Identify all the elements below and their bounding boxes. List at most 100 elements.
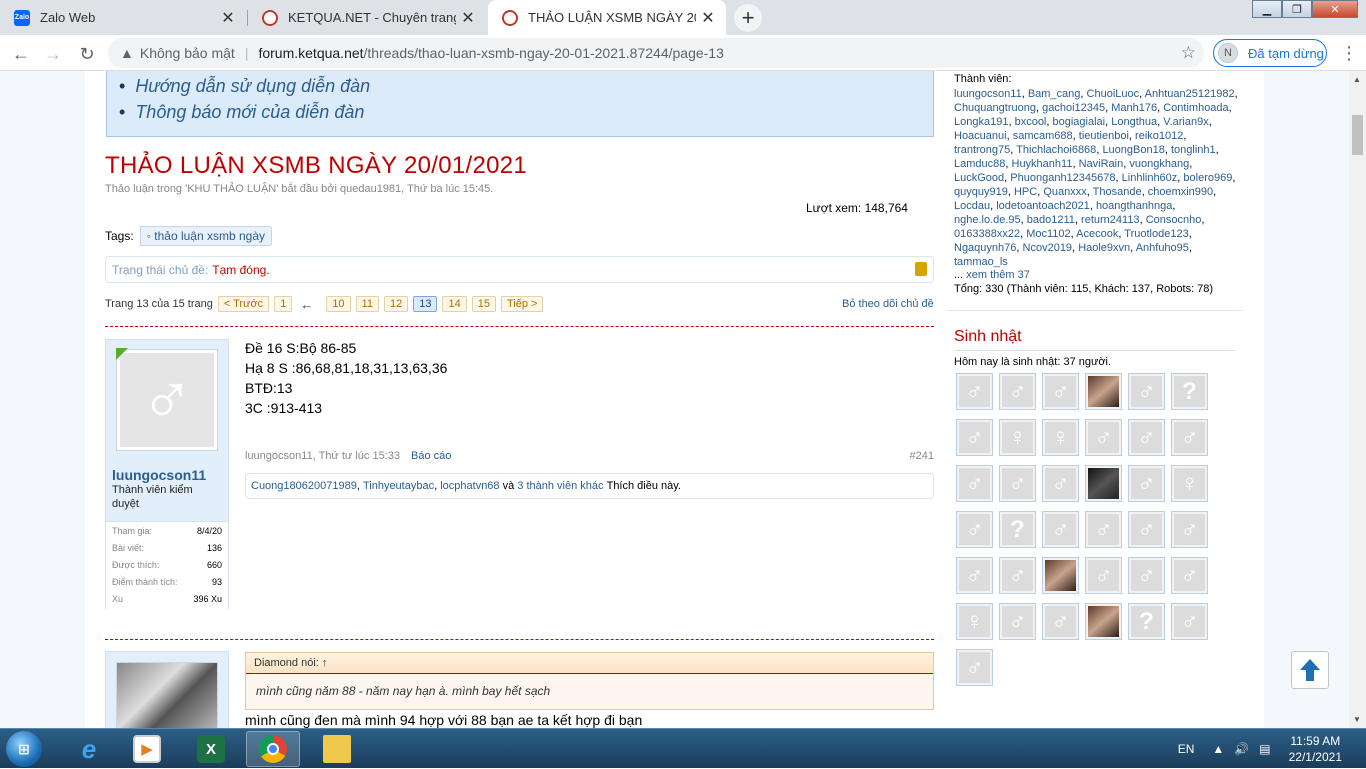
- member-link[interactable]: LuongBon18: [1102, 144, 1164, 156]
- back-to-top-button[interactable]: [1291, 651, 1329, 689]
- close-tab-icon[interactable]: ✕: [216, 8, 240, 28]
- birthday-avatar[interactable]: ♀: [999, 419, 1036, 456]
- member-link[interactable]: Manh176: [1111, 102, 1157, 114]
- page-scrollbar[interactable]: ▲ ▼: [1349, 71, 1366, 728]
- close-tab-icon[interactable]: ✕: [456, 8, 480, 28]
- birthday-avatar[interactable]: ♂: [1128, 557, 1165, 594]
- member-link[interactable]: lodetoantoach2021: [996, 200, 1090, 212]
- start-button[interactable]: ⊞: [6, 731, 42, 767]
- member-link[interactable]: hoangthanhnga: [1096, 200, 1172, 212]
- notice-link-announcements[interactable]: Thông báo mới của diễn đàn: [119, 99, 933, 125]
- member-link[interactable]: Truotlode123: [1124, 228, 1188, 240]
- tab-thread-active[interactable]: THẢO LUẬN XSMB NGÀY 20/01/2021 ✕: [488, 0, 726, 35]
- birthday-avatar[interactable]: ♂: [956, 649, 993, 686]
- tray-expand-icon[interactable]: ▲: [1212, 742, 1224, 756]
- member-link[interactable]: tammao_ls: [954, 256, 1008, 268]
- profile-button[interactable]: N Đã tạm dừng: [1213, 39, 1327, 67]
- member-link[interactable]: 0163388xx22: [954, 228, 1020, 240]
- member-link[interactable]: LuckGood: [954, 172, 1004, 184]
- member-link[interactable]: gachoi12345: [1042, 102, 1105, 114]
- post-number[interactable]: #241: [910, 450, 934, 462]
- file-explorer-icon[interactable]: [310, 731, 364, 767]
- birthday-avatar[interactable]: ♂: [999, 557, 1036, 594]
- birthday-avatar[interactable]: [1085, 465, 1122, 502]
- member-link[interactable]: Acecook: [1076, 228, 1118, 240]
- username-link[interactable]: luungocson11: [112, 467, 206, 483]
- speaker-icon[interactable]: 🔊: [1234, 742, 1249, 756]
- birthday-avatar[interactable]: ♂: [956, 419, 993, 456]
- member-link[interactable]: nghe.lo.de.95: [954, 214, 1021, 226]
- page-link-13-current[interactable]: 13: [413, 296, 438, 312]
- like-user-link[interactable]: locphatvn68: [440, 480, 499, 492]
- page-link-1[interactable]: 1: [274, 296, 293, 312]
- member-link[interactable]: Lamduc88: [954, 158, 1005, 170]
- skip-arrow-icon[interactable]: ←: [300, 297, 313, 312]
- member-link[interactable]: Chuquangtruong: [954, 102, 1036, 114]
- member-link[interactable]: Huykhanh11: [1012, 158, 1073, 170]
- clock[interactable]: 11:59 AM 22/1/2021: [1289, 733, 1342, 765]
- member-link[interactable]: trantrong75: [954, 144, 1010, 156]
- scroll-thumb[interactable]: [1352, 115, 1363, 155]
- back-icon[interactable]: ←: [8, 41, 34, 67]
- scroll-up-icon[interactable]: ▲: [1353, 75, 1361, 84]
- member-link[interactable]: NaviRain: [1079, 158, 1124, 170]
- language-indicator[interactable]: EN: [1178, 742, 1195, 756]
- member-link[interactable]: bogiagialai: [1053, 116, 1106, 128]
- birthday-avatar[interactable]: ♀: [1042, 419, 1079, 456]
- likes-others-link[interactable]: 3 thành viên khác: [517, 480, 603, 492]
- tag-link[interactable]: ◦ thảo luận xsmb ngày: [139, 226, 273, 246]
- page-link-12[interactable]: 12: [383, 296, 409, 312]
- member-link[interactable]: Quanxxx: [1043, 186, 1086, 198]
- member-link[interactable]: Ngaquynh76: [954, 242, 1016, 254]
- forward-icon[interactable]: →: [40, 41, 66, 67]
- member-link[interactable]: samcam688: [1013, 130, 1073, 142]
- member-link[interactable]: reiko1012: [1135, 130, 1183, 142]
- birthday-avatar[interactable]: [1085, 603, 1122, 640]
- member-link[interactable]: Linhlinh60z: [1122, 172, 1178, 184]
- member-link[interactable]: Longka191: [954, 116, 1008, 128]
- birthday-avatar[interactable]: ♀: [956, 603, 993, 640]
- birthday-avatar[interactable]: ♂: [1085, 557, 1122, 594]
- post-author-date[interactable]: luungocson11, Thứ tư lúc 15:33: [245, 450, 400, 462]
- birthday-avatar[interactable]: ♂: [1128, 419, 1165, 456]
- like-user-link[interactable]: Cuong180620071989: [251, 480, 357, 492]
- birthday-avatar[interactable]: ♂: [1128, 373, 1165, 410]
- member-link[interactable]: Contimhoada: [1163, 102, 1228, 114]
- minimize-button[interactable]: ▁: [1252, 0, 1282, 18]
- page-link-11[interactable]: 11: [355, 296, 379, 312]
- birthday-avatar[interactable]: ♂: [1171, 419, 1208, 456]
- like-user-link[interactable]: Tinhyeutaybac: [363, 480, 434, 492]
- member-link[interactable]: V.arian9x: [1163, 116, 1208, 128]
- close-tab-icon[interactable]: ✕: [696, 8, 720, 28]
- member-link[interactable]: Thichlachoi6868: [1016, 144, 1096, 156]
- avatar[interactable]: ♂: [116, 349, 218, 451]
- birthday-avatar[interactable]: ♂: [1042, 603, 1079, 640]
- member-link[interactable]: Consocnho: [1146, 214, 1202, 226]
- birthday-avatar[interactable]: ♂: [999, 603, 1036, 640]
- birthday-avatar[interactable]: ♂: [1171, 511, 1208, 548]
- member-link[interactable]: choemxin990: [1148, 186, 1213, 198]
- member-link[interactable]: Phuonganh12345678: [1010, 172, 1115, 184]
- birthday-avatar[interactable]: ♂: [1042, 511, 1079, 548]
- birthday-avatar[interactable]: [1085, 373, 1122, 410]
- birthday-avatar[interactable]: ?: [1171, 373, 1208, 410]
- excel-icon[interactable]: X: [184, 731, 238, 767]
- member-link[interactable]: tonglinh1: [1171, 144, 1216, 156]
- maximize-button[interactable]: ❐: [1282, 0, 1312, 18]
- internet-explorer-icon[interactable]: e: [62, 731, 116, 767]
- reload-icon[interactable]: ↻: [74, 41, 100, 67]
- birthday-avatar[interactable]: ♂: [956, 373, 993, 410]
- media-player-icon[interactable]: ▶: [120, 731, 174, 767]
- member-link[interactable]: Anhfuho95: [1136, 242, 1189, 254]
- page-link-14[interactable]: 14: [442, 296, 467, 312]
- birthday-avatar[interactable]: ♂: [956, 465, 993, 502]
- member-link[interactable]: return24113: [1081, 214, 1140, 226]
- member-link[interactable]: Hoacuanui: [954, 130, 1007, 142]
- member-link[interactable]: luungocson11: [954, 88, 1022, 100]
- next-page-button[interactable]: Tiếp >: [500, 296, 544, 312]
- birthday-avatar[interactable]: ?: [999, 511, 1036, 548]
- birthday-avatar[interactable]: ♂: [1085, 419, 1122, 456]
- chrome-icon[interactable]: [246, 731, 300, 767]
- tab-zalo[interactable]: Zalo Zalo Web ✕: [0, 0, 246, 35]
- scroll-down-icon[interactable]: ▼: [1353, 715, 1361, 724]
